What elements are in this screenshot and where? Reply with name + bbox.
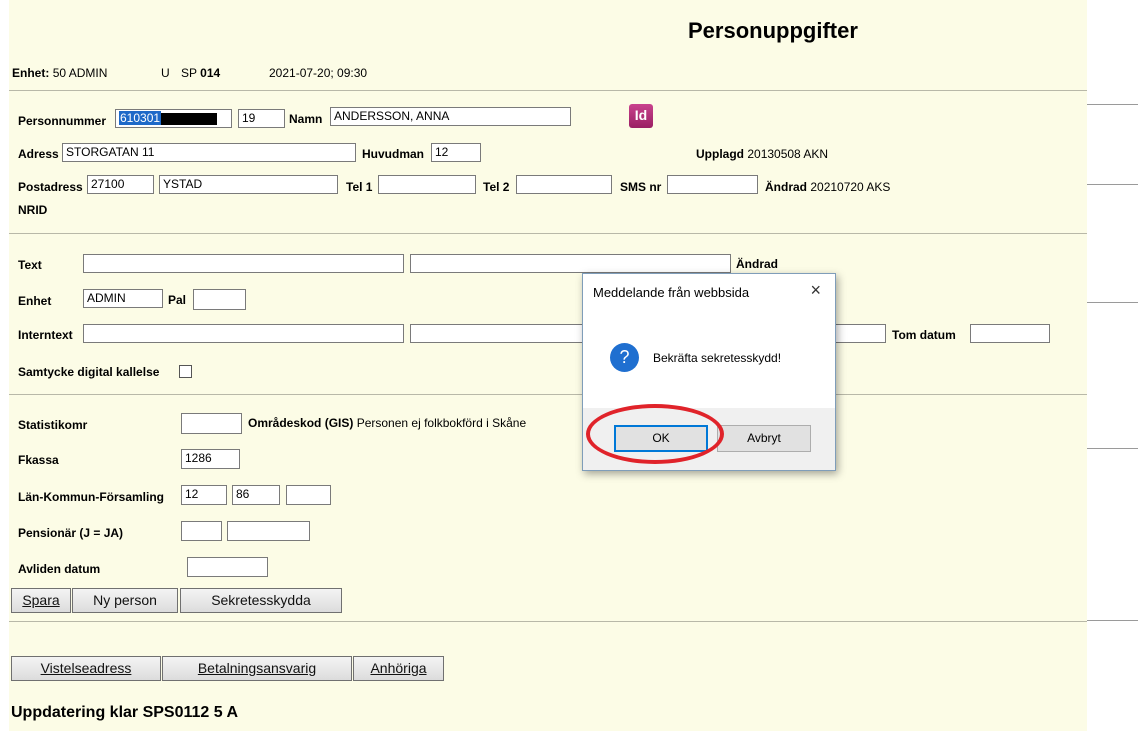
avliden-input[interactable] bbox=[187, 557, 268, 577]
sekretesskydda-button-label: Sekretesskydda bbox=[211, 592, 311, 608]
redacted-block bbox=[161, 112, 218, 125]
divider bbox=[1087, 104, 1138, 105]
ort-input[interactable]: YSTAD bbox=[159, 175, 338, 194]
sp-value: 014 bbox=[200, 66, 221, 80]
statistikomr-label: Statistikomr bbox=[18, 418, 88, 432]
namn-input[interactable]: ANDERSSON, ANNA bbox=[330, 107, 571, 126]
adress-label: Adress bbox=[18, 147, 59, 161]
enhet-header-value: 50 ADMIN bbox=[52, 66, 108, 80]
ny-person-button-label: Ny person bbox=[93, 592, 157, 608]
andrad-label: Ändrad bbox=[765, 180, 807, 194]
divider bbox=[1087, 620, 1138, 621]
tel1-input[interactable] bbox=[378, 175, 476, 194]
pal-label: Pal bbox=[168, 293, 187, 307]
kommun-input[interactable]: 86 bbox=[232, 485, 280, 505]
betalningsansvarig-button-label: Betalningsansvarig bbox=[197, 660, 317, 676]
avliden-label: Avliden datum bbox=[18, 562, 101, 576]
pensionar-input-2[interactable] bbox=[227, 521, 310, 541]
header-datetime: 2021-07-20; 09:30 bbox=[269, 66, 368, 80]
divider bbox=[9, 621, 1087, 622]
text-input-1[interactable] bbox=[83, 254, 404, 273]
lkf-label: Län-Kommun-Församling bbox=[18, 490, 164, 504]
close-icon[interactable]: × bbox=[810, 280, 821, 301]
andrad-info: Ändrad 20210720 AKS bbox=[765, 180, 890, 194]
dialog-title: Meddelande från webbsida bbox=[593, 285, 750, 300]
ny-person-button[interactable]: Ny person bbox=[72, 588, 178, 613]
divider bbox=[9, 90, 1087, 91]
notes-enhet-label: Enhet bbox=[18, 294, 52, 308]
omradeskod-label: Områdeskod (GIS) bbox=[248, 416, 354, 430]
divider bbox=[1087, 184, 1138, 185]
andrad-value: 20210720 AKS bbox=[810, 180, 891, 194]
pal-input[interactable] bbox=[193, 289, 246, 310]
postnr-input[interactable]: 27100 bbox=[87, 175, 154, 194]
text-input-2[interactable] bbox=[410, 254, 731, 273]
session-info: Enhet: 50 ADMIN bbox=[12, 66, 107, 80]
sms-input[interactable] bbox=[667, 175, 758, 194]
pensionar-label: Pensionär (J = JA) bbox=[18, 526, 124, 540]
personnummer-label: Personnummer bbox=[18, 114, 107, 128]
fkassa-input[interactable]: 1286 bbox=[181, 449, 240, 469]
anhoriga-button-label: Anhöriga bbox=[370, 660, 427, 676]
upplagd-label: Upplagd bbox=[696, 147, 744, 161]
vistelseadress-button-label: Vistelseadress bbox=[40, 660, 132, 676]
forsamling-input[interactable] bbox=[286, 485, 331, 505]
statistikomr-input[interactable] bbox=[181, 413, 242, 434]
tel2-label: Tel 2 bbox=[483, 180, 510, 194]
sms-label: SMS nr bbox=[620, 180, 662, 194]
tom-datum-label: Tom datum bbox=[892, 328, 956, 342]
spara-button-label: Spara bbox=[22, 592, 60, 608]
samtycke-checkbox[interactable] bbox=[179, 365, 192, 378]
notes-enhet-input[interactable]: ADMIN bbox=[83, 289, 163, 308]
vistelseadress-button[interactable]: Vistelseadress bbox=[11, 656, 161, 681]
tom-datum-input[interactable] bbox=[970, 324, 1050, 343]
spara-button[interactable]: Spara bbox=[11, 588, 71, 613]
divider bbox=[1087, 448, 1138, 449]
tel2-input[interactable] bbox=[516, 175, 612, 194]
omradeskod-value: Personen ej folkbokförd i Skåne bbox=[356, 416, 527, 430]
divider bbox=[1087, 302, 1138, 303]
u-flag: U bbox=[161, 66, 170, 80]
text-label: Text bbox=[18, 258, 42, 272]
lan-input[interactable]: 12 bbox=[181, 485, 227, 505]
question-icon: ? bbox=[610, 343, 639, 372]
sp-info: SP 014 bbox=[181, 66, 220, 80]
huvudman-input[interactable]: 12 bbox=[431, 143, 481, 162]
interntext-label: Interntext bbox=[18, 328, 73, 342]
namn-label: Namn bbox=[289, 112, 323, 126]
highlight-ring bbox=[586, 404, 724, 464]
pensionar-input[interactable] bbox=[181, 521, 222, 541]
century-input[interactable]: 19 bbox=[238, 109, 285, 128]
dialog-message: Bekräfta sekretesskydd! bbox=[653, 351, 782, 365]
samtycke-label: Samtycke digital kallelse bbox=[18, 365, 160, 379]
adress-input[interactable]: STORGATAN 11 bbox=[62, 143, 356, 162]
upplagd-value: 20130508 AKN bbox=[747, 147, 829, 161]
anhoriga-button[interactable]: Anhöriga bbox=[353, 656, 444, 681]
divider bbox=[9, 233, 1087, 234]
enhet-header-label: Enhet: bbox=[12, 66, 50, 80]
sp-label: SP bbox=[181, 66, 197, 80]
huvudman-label: Huvudman bbox=[362, 147, 425, 161]
sekretesskydda-button[interactable]: Sekretesskydda bbox=[180, 588, 342, 613]
avbryt-button[interactable]: Avbryt bbox=[717, 425, 811, 452]
status-message: Uppdatering klar SPS0112 5 A bbox=[11, 704, 239, 721]
divider bbox=[9, 394, 1087, 395]
tel1-label: Tel 1 bbox=[346, 180, 373, 194]
betalningsansvarig-button[interactable]: Betalningsansvarig bbox=[162, 656, 352, 681]
notes-andrad-label: Ändrad bbox=[736, 257, 778, 271]
postadress-label: Postadress bbox=[18, 180, 83, 194]
omradeskod-info: Områdeskod (GIS) Personen ej folkbokförd… bbox=[248, 416, 526, 430]
personnummer-input[interactable]: 610301 bbox=[115, 109, 232, 128]
nrid-label: NRID bbox=[18, 203, 48, 217]
fkassa-label: Fkassa bbox=[18, 453, 59, 467]
upplagd-info: Upplagd 20130508 AKN bbox=[696, 147, 828, 161]
id-card-icon[interactable]: Id bbox=[629, 104, 653, 128]
page-title: Personuppgifter bbox=[688, 18, 858, 43]
personnummer-value: 610301 bbox=[119, 111, 162, 125]
interntext-input-1[interactable] bbox=[83, 324, 404, 343]
